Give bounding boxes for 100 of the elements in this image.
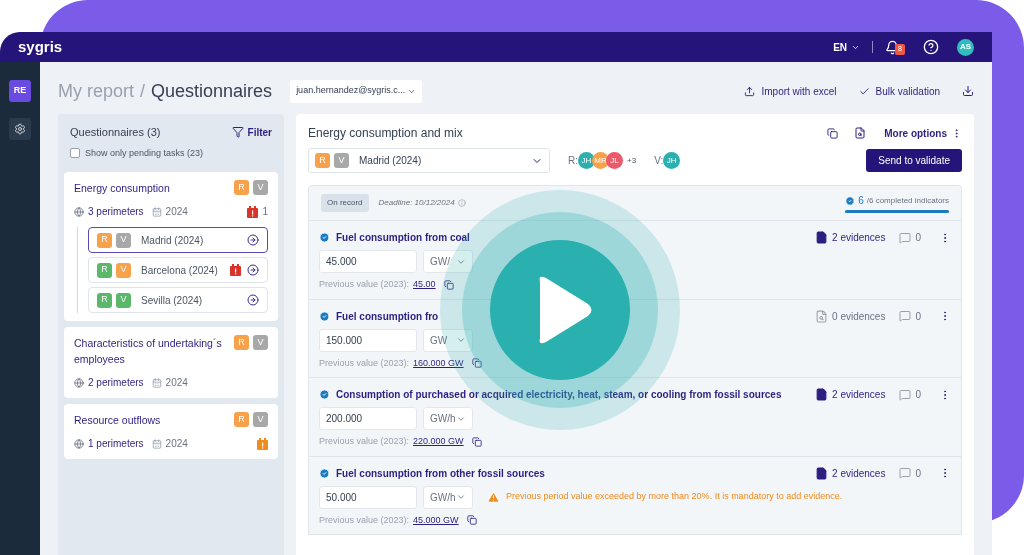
previous-value-link[interactable]: 220.000 GW (413, 435, 464, 449)
perimeter-item[interactable]: R V Madrid (2024) (88, 227, 268, 253)
previous-label: Previous value (2023): (319, 513, 410, 527)
unit-select[interactable]: GW/h (423, 407, 473, 430)
perimeter-name: Madrid (2024) (141, 233, 204, 248)
role-badge: V (116, 262, 131, 278)
toolbar-action[interactable]: Bulk validation (858, 83, 940, 99)
role-badge: V (334, 153, 349, 168)
perimeters-count: 1 perimeters (88, 437, 144, 451)
questionnaire-title: Energy consumption (74, 181, 170, 196)
check-icon (845, 195, 856, 206)
previous-value-link[interactable]: 160.000 GW (413, 356, 464, 370)
indicator-title: Fuel consumption from coal (336, 231, 470, 245)
filter-button[interactable]: Filter (231, 124, 272, 140)
role-badge: R (234, 412, 249, 427)
download-icon[interactable] (962, 85, 974, 97)
previous-value-link[interactable]: 45.000 GW (413, 513, 459, 527)
settings-button[interactable] (9, 118, 31, 140)
more-count: +3 (627, 154, 637, 167)
role-badge: V (116, 232, 131, 248)
evidence-icon[interactable] (815, 466, 829, 480)
completed-count: 6 (858, 194, 864, 208)
year-text: 2024 (165, 376, 188, 390)
role-badge: V (253, 180, 268, 195)
warning-text: Previous period value exceeded by more than 20%. It is mandatory to add evidence. (506, 490, 843, 504)
questionnaire-card[interactable]: Characteristics of undertaking´s employees R V 2 perimeters 2024 (64, 327, 278, 398)
copy-icon[interactable] (471, 436, 482, 447)
role-badge: R (234, 335, 249, 350)
unit-select[interactable]: GW/h (423, 485, 473, 509)
check-icon (319, 389, 330, 400)
evidence-icon[interactable] (815, 231, 829, 244)
value-field[interactable]: 50.000 (319, 485, 417, 509)
questionnaire-title: Resource outflows (74, 413, 161, 428)
check-icon (319, 232, 330, 243)
breadcrumb-separator: / (140, 79, 146, 103)
value-field[interactable]: 45.000 (319, 250, 417, 273)
perimeter-select[interactable]: R V Madrid (2024) (308, 148, 550, 173)
evidences-link[interactable]: 2 evidences (832, 465, 886, 481)
language-select[interactable]: EN (833, 39, 861, 55)
role-badge: V (253, 412, 268, 427)
logo[interactable]: sygris (18, 35, 63, 59)
indicator-title: Fuel consumption from other fossil sources (336, 466, 545, 481)
role-badge: V (253, 335, 268, 350)
year-text: 2024 (165, 437, 188, 451)
evidences-link[interactable]: 0 evidences (832, 308, 886, 324)
role-badge: R (315, 153, 330, 168)
comments-count: 0 (915, 466, 921, 481)
alert-count: 1 (262, 205, 268, 219)
send-button[interactable]: Send to validate (866, 149, 962, 172)
evidences-link[interactable]: 2 evidences (832, 387, 886, 402)
pending-checkbox[interactable] (70, 148, 80, 159)
status-chip: On record (321, 194, 369, 212)
evidences-link[interactable]: 2 evidences (832, 230, 886, 245)
avatar: JL (606, 152, 623, 169)
perimeter-item[interactable]: R V Sevilla (2024) (88, 287, 268, 313)
perimeter-name: Barcelona (2024) (141, 263, 218, 278)
perimeter-item[interactable]: R V Barcelona (2024) (88, 257, 268, 283)
evidence-icon[interactable] (815, 388, 829, 401)
document-search-icon[interactable] (854, 127, 867, 139)
upload-icon (744, 85, 756, 97)
gear-icon (14, 123, 26, 135)
value-field[interactable]: 150.000 (319, 328, 417, 352)
copy-icon[interactable] (443, 279, 454, 290)
warning-icon (487, 490, 500, 504)
workspace-button[interactable]: RE (9, 80, 31, 102)
role-badge: R (234, 180, 249, 195)
pending-label: Show only pending tasks (23) (85, 146, 204, 160)
calendar-icon (151, 438, 162, 449)
calendar-icon (151, 377, 162, 388)
deadline-text: Deadline: 10/12/2024 (378, 197, 455, 209)
copy-icon[interactable] (827, 127, 839, 139)
questionnaire-card[interactable]: Energy consumption R V 3 perimeters 2024 1 R V Madrid (2024) R V Barcelona (2024) R V Sevilla (2024) (64, 172, 278, 321)
questionnaire-card[interactable]: Resource outflows R V 1 perimeters 2024 (64, 404, 278, 459)
copy-icon[interactable] (471, 358, 482, 369)
perimeters-count: 3 perimeters (88, 205, 144, 219)
previous-label: Previous value (2023): (319, 278, 410, 291)
check-icon (319, 467, 330, 479)
filter-icon (231, 126, 244, 139)
responsibles-label: R: (568, 154, 578, 168)
globe-icon (74, 438, 84, 449)
help-icon[interactable] (923, 39, 939, 55)
comments-count: 0 (915, 388, 921, 402)
value-field[interactable]: 200.000 (319, 407, 417, 430)
check-icon (319, 310, 330, 322)
previous-value-link[interactable]: 45.00 (413, 278, 436, 292)
role-badge: R (97, 262, 112, 278)
detail-title: Energy consumption and mix (308, 125, 463, 142)
unit-select[interactable]: GW (423, 328, 473, 352)
role-badge: V (116, 292, 131, 308)
page-title: Questionnaires (151, 79, 273, 103)
check-icon (858, 85, 870, 97)
user-select[interactable]: juan.hernandez@sygris.c... (290, 79, 423, 103)
chevron-icon (456, 335, 466, 345)
copy-icon[interactable] (466, 515, 477, 526)
unit-select[interactable]: GW/ (423, 250, 473, 273)
avatar: JH (578, 152, 595, 169)
comments-count: 0 (915, 231, 921, 245)
year-text: 2024 (165, 205, 188, 219)
more-options-button[interactable]: More options (884, 125, 962, 141)
toolbar-action[interactable]: Import with excel (744, 83, 837, 99)
